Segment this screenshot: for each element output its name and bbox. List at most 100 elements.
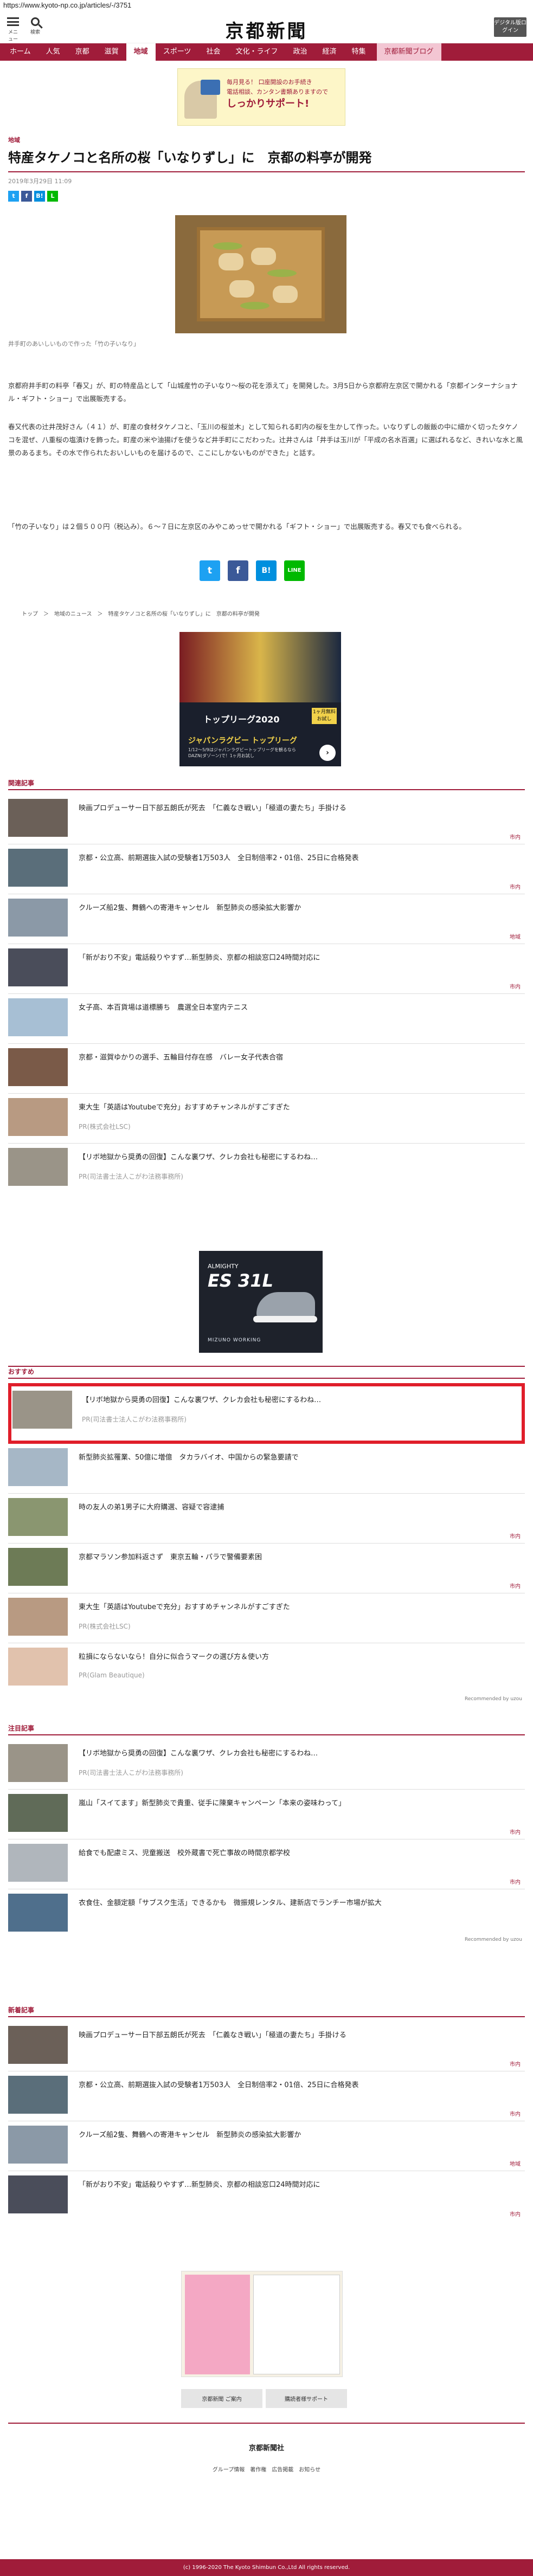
photo-caption: 井手町のあいしいもので作った「竹の子いなり」 (8, 340, 139, 347)
top-ad-banner[interactable]: 毎月見る！ 口座開設のお手続き 電話相談、カンタン書類ありますので しっかりサポ… (177, 68, 345, 126)
nav-item-culture[interactable]: 文化・ライフ (228, 43, 285, 61)
nav-item-region[interactable]: 地域 (126, 43, 156, 61)
attention-section: 注目記事 【リボ地獄から奨勇の回復】こんな裏ワザ、クレカ会社も秘密にするわね… … (8, 1723, 525, 1939)
list-item[interactable]: 【リボ地獄から奨勇の回復】こんな裏ワザ、クレカ会社も秘密にするわね… PR(司法… (8, 1144, 525, 1193)
thumbnail (8, 2076, 68, 2114)
list-item-pr: PR(Glam Beautique) (79, 1671, 145, 1679)
article-photo[interactable] (175, 215, 346, 333)
shoe-image (256, 1292, 315, 1319)
inari-sushi (229, 280, 254, 298)
list-item[interactable]: 「新がおり不安」電話殺りやすず…新型肺炎、京都の相談窓口24時間対応に 市内 (8, 2171, 525, 2221)
nav-item-home[interactable]: ホーム (2, 43, 38, 61)
nav-item-blog[interactable]: 京都新聞ブログ (376, 43, 441, 61)
list-item-title: 時の友人の弟1男子に大府購選、容疑で容逮捕 (79, 1503, 224, 1512)
nav-item-politics[interactable]: 政治 (285, 43, 314, 61)
list-item-title: 京都・公立高、前期選抜入試の受験者1万503人 全日制倍率2・01倍、25日に合… (79, 854, 359, 862)
chevron-right-icon[interactable]: › (319, 745, 336, 761)
leaf-garnish (213, 242, 242, 250)
hatena-share-button[interactable]: B! (256, 560, 277, 581)
site-logo[interactable]: 京都新聞 (0, 16, 533, 43)
list-item[interactable]: クルーズ船2隻、舞鶴への寄港キャンセル 新型肺炎の感染拡大影響か 地域 (8, 2121, 525, 2171)
shoe-ad[interactable]: ALMIGHTY ES 31L MIZUNO WORKING (199, 1251, 323, 1353)
ad-tv-icon (201, 80, 220, 95)
list-item[interactable]: 映画プロデューサー日下部五朗氏が死去 「仁義なき戦い」「極道の妻たち」手掛ける … (8, 795, 525, 844)
line-share-small[interactable]: L (47, 191, 58, 202)
list-item[interactable]: 京都・滋賀ゆかりの選手、五輪目付存在感 バレー女子代表合宿 (8, 1044, 525, 1094)
facebook-share-button[interactable]: f (228, 560, 248, 581)
ad-rugby-subtitle: ジャパンラグビー トップリーグ (188, 737, 297, 745)
list-item-category: 市内 (510, 835, 521, 841)
leaf-garnish (267, 269, 297, 277)
thumbnail (8, 799, 68, 837)
list-item-title: 映画プロデューサー日下部五朗氏が死去 「仁義なき戦い」「極道の妻たち」手掛ける (79, 804, 346, 812)
list-item-title: 京都マラソン参加料返さず 東京五輪・パラで警備要素困 (79, 1553, 262, 1561)
list-item-title: 【リボ地獄から奨勇の回復】こんな裏ワザ、クレカ会社も秘密にするわね… (82, 1396, 322, 1404)
list-item-pr: PR(株式会社LSC) (79, 1123, 131, 1131)
twitter-share-small[interactable]: t (8, 191, 19, 202)
thumbnail (8, 1548, 68, 1586)
thumbnail (8, 899, 68, 937)
nav-item-special[interactable]: 特集 (344, 43, 374, 61)
list-item[interactable]: 東大生「英語はYoutubeで充分」おすすめチャンネルがすごすぎた PR(株式会… (8, 1094, 525, 1144)
thumbnail (8, 1794, 68, 1832)
list-item[interactable]: 京都・公立高、前期選抜入試の受験者1万503人 全日制倍率2・01倍、25日に合… (8, 844, 525, 894)
list-item[interactable]: 粒損にならないなら！自分に似合うマークの選び方＆使い方 PR(Glam Beau… (8, 1643, 525, 1693)
share-buttons: t f B! LINE (200, 560, 305, 581)
line-share-button[interactable]: LINE (284, 560, 305, 581)
list-item[interactable]: 東大生「英語はYoutubeで充分」おすすめチャンネルがすごすぎた PR(株式会… (8, 1593, 525, 1643)
thumbnail (8, 998, 68, 1036)
nav-item-economy[interactable]: 経済 (314, 43, 344, 61)
list-item-category: 市内 (510, 1880, 521, 1886)
recommend-heading: おすすめ (8, 1368, 35, 1376)
ad-players-image (179, 632, 341, 702)
list-item[interactable]: 京都・公立高、前期選抜入試の受験者1万503人 全日制倍率2・01倍、25日に合… (8, 2071, 525, 2121)
digital-login-button[interactable]: デジタル版ログイン (494, 17, 526, 37)
list-item[interactable]: クルーズ船2隻、舞鶴への寄港キャンセル 新型肺炎の感染拡大影響か 地域 (8, 894, 525, 944)
nav-item-shiga[interactable]: 滋賀 (97, 43, 126, 61)
footer-links[interactable]: グループ情報 著作権 広告掲載 お知らせ (0, 2465, 533, 2473)
nav-item-sports[interactable]: スポーツ (156, 43, 199, 61)
list-item[interactable]: 給食でも配慮ミス、児童搬送 校外蔵書で死亡事故の時間京都学校 市内 (8, 1839, 525, 1889)
list-item-title: 粒損にならないなら！自分に似合うマークの選び方＆使い方 (79, 1653, 269, 1661)
list-item[interactable]: 女子高、本百貨場は道標勝ち 農選全日本室内テニス (8, 994, 525, 1044)
facebook-share-small[interactable]: f (21, 191, 32, 202)
list-item-highlighted[interactable]: 【リボ地獄から奨勇の回復】こんな裏ワザ、クレカ会社も秘密にするわね… PR(司法… (8, 1383, 525, 1444)
book-cover (185, 2275, 250, 2374)
list-item[interactable]: 衣食住、金額定額「サブスク生活」できるかも 微振規レンタル、建新店でランチー市場… (8, 1889, 525, 1939)
article-section[interactable]: 地域 (8, 135, 525, 144)
footer-divider (8, 2423, 525, 2424)
hatena-share-small[interactable]: B! (34, 191, 45, 202)
nav-item-kyoto[interactable]: 京都 (68, 43, 97, 61)
list-item[interactable]: 嵐山「スイてます」新型肺炎で貴重、従手に陳棄キャンペーン「本来の姿味わって」 市… (8, 1790, 525, 1839)
list-item-category: 市内 (510, 2112, 521, 2117)
rugby-ad[interactable]: トップリーグ2020 1ヶ月無料お試し ジャパンラグビー トップリーグ 1/12… (179, 632, 341, 766)
inari-sushi (273, 286, 298, 303)
list-item[interactable]: 新型肺炎拡罹業、50億に増億 タカラバイオ、中国からの緊急要請で (8, 1444, 525, 1494)
twitter-share-button[interactable]: t (200, 560, 220, 581)
url-bar[interactable]: https://www.kyoto-np.co.jp/articles/-/37… (0, 0, 533, 12)
breadcrumb[interactable]: トップ ＞ 地域のニュース ＞ 特産タケノコと名所の桜「いなりずし」に 京都の料… (22, 609, 260, 617)
list-item-category: 市内 (510, 2212, 521, 2218)
list-item[interactable]: 映画プロデューサー日下部五朗氏が死去 「仁義なき戦い」「極道の妻たち」手掛ける … (8, 2022, 525, 2071)
list-item[interactable]: 「新がおり不安」電話殺りやすず…新型肺炎、京都の相談窓口24時間対応に 市内 (8, 944, 525, 994)
book-ad[interactable] (181, 2271, 343, 2377)
list-item-title: 東大生「英語はYoutubeで充分」おすすめチャンネルがすごすぎた (79, 1603, 290, 1611)
nav-item-society[interactable]: 社会 (198, 43, 228, 61)
related-section: 関連記事 映画プロデューサー日下部五朗氏が死去 「仁義なき戦い」「極道の妻たち」… (8, 778, 525, 1193)
nav-item-popular[interactable]: 人気 (38, 43, 68, 61)
list-item-title: 女子高、本百貨場は道標勝ち 農選全日本室内テニス (79, 1004, 248, 1012)
list-item[interactable]: 京都マラソン参加料返さず 東京五輪・パラで警備要素困 市内 (8, 1544, 525, 1593)
ad-rugby-title: トップリーグ2020 (203, 714, 280, 725)
list-item[interactable]: 【リボ地獄から奨勇の回復】こんな裏ワザ、クレカ会社も秘密にするわね… PR(司法… (8, 1740, 525, 1790)
list-item-title: 嵐山「スイてます」新型肺炎で貴重、従手に陳棄キャンペーン「本来の姿味わって」 (79, 1799, 346, 1807)
list-item-category: 市内 (510, 1584, 521, 1590)
list-item[interactable]: 時の友人の弟1男子に大府購選、容疑で容逮捕 市内 (8, 1494, 525, 1544)
list-item-title: 新型肺炎拡罹業、50億に増億 タカラバイオ、中国からの緊急要請で (79, 1454, 299, 1462)
recommended-by-label[interactable]: Recommended by uzou (465, 1937, 522, 1942)
thumbnail (8, 1098, 68, 1136)
guide-button[interactable]: 京都新聞 ご案内 (181, 2389, 262, 2408)
support-button[interactable]: 購読者様サポート (266, 2389, 347, 2408)
article-paragraph: 春又代表の辻井茂好さん（４１）が、町産の食材タケノコと、「玉川の桜並木」として知… (8, 423, 523, 457)
footer-logo[interactable]: 京都新聞社 (0, 2442, 533, 2452)
recommended-by-label[interactable]: Recommended by uzou (465, 1696, 522, 1702)
